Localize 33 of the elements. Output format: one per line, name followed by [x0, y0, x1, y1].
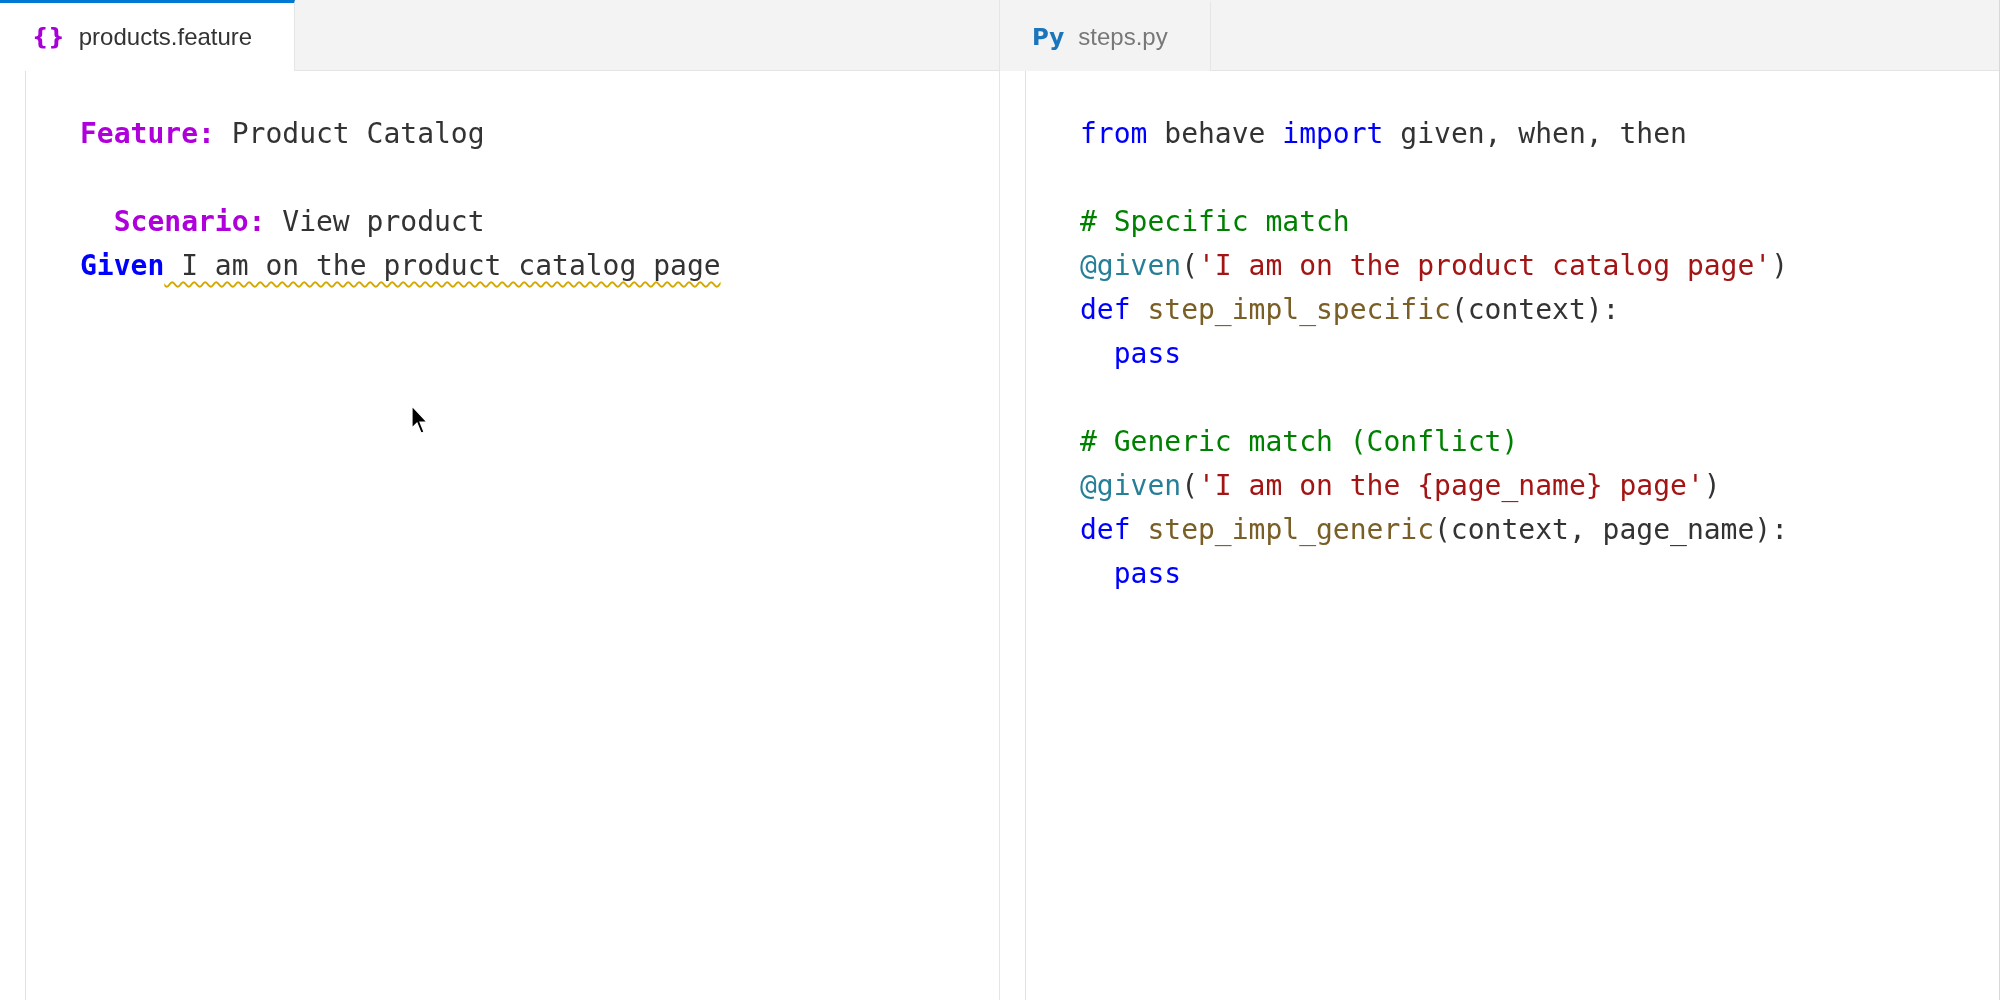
code-text: I am on the product catalog page — [180, 249, 721, 282]
code-text: ) — [1703, 469, 1721, 502]
keyword-text: Scenario: — [113, 205, 266, 238]
function-name-text: step_impl_generic — [1146, 513, 1434, 546]
code-text: Product Catalog — [230, 117, 485, 150]
code-text: ( — [1181, 469, 1198, 502]
comment-text: # Generic match (Conflict) — [1080, 425, 1519, 458]
string-text: 'I am on the product catalog page' — [1198, 249, 1772, 282]
file-type-icon: {} — [32, 24, 65, 50]
string-text: 'I am on the {page_name} page' — [1198, 469, 1704, 502]
decorator-text: @given — [1080, 249, 1182, 282]
keyword-text: import — [1282, 117, 1384, 150]
code-text: behave — [1163, 117, 1267, 150]
keyword-text: def — [1080, 513, 1131, 546]
keyword-text: pass — [1113, 557, 1182, 590]
code-text: View product — [281, 205, 485, 238]
keyword-text: pass — [1113, 337, 1182, 370]
mouse-pointer-icon — [411, 405, 429, 435]
decorator-text: @given — [1080, 469, 1182, 502]
function-name-text: step_impl_specific — [1146, 293, 1451, 326]
keyword-text: from — [1080, 117, 1148, 150]
code-text: ( — [1181, 249, 1198, 282]
editor-tab[interactable]: {} products.feature — [0, 0, 296, 71]
code-text: (context): — [1450, 293, 1620, 326]
keyword-text: Given — [80, 249, 165, 282]
comment-text: # Specific match — [1080, 205, 1350, 238]
code-text: (context, page_name): — [1434, 513, 1789, 546]
file-type-icon: Py — [1032, 24, 1065, 50]
keyword-text: Feature: — [80, 117, 215, 150]
code-text: ) — [1771, 249, 1789, 282]
code-text: given, when, then — [1399, 117, 1687, 150]
editor-tab[interactable]: Py steps.py — [1000, 0, 1211, 71]
keyword-text: def — [1080, 293, 1131, 326]
